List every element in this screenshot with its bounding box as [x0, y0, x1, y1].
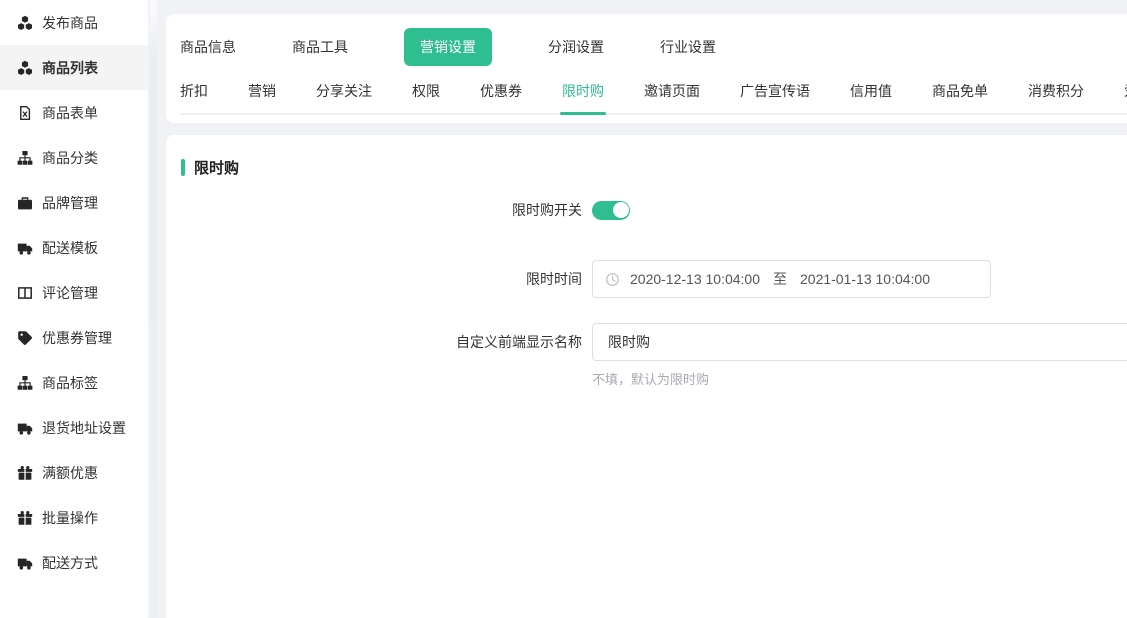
tab-industry-settings[interactable]: 行业设置 [660, 28, 716, 66]
sidebar-item-brand-management[interactable]: 品牌管理 [0, 180, 148, 225]
sidebar-item-label: 商品分类 [42, 148, 98, 168]
sidebar-item-label: 优惠券管理 [42, 328, 112, 348]
sidebar-item-label: 商品表单 [42, 103, 98, 123]
sidebar-item-label: 批量操作 [42, 508, 98, 528]
sidebar-item-return-address[interactable]: 退货地址设置 [0, 405, 148, 450]
tag-icon [17, 330, 33, 346]
cubes-icon [17, 60, 33, 76]
tab-marketing[interactable]: 营销 [248, 79, 276, 103]
tab-consume-points[interactable]: 消费积分 [1028, 79, 1084, 103]
time-range-input[interactable]: 2020-12-13 10:04:00 至 2021-01-13 10:04:0… [592, 260, 991, 298]
tab-product-info[interactable]: 商品信息 [180, 28, 236, 66]
sidebar-item-delivery-template[interactable]: 配送模板 [0, 225, 148, 270]
sidebar-item-label: 发布商品 [42, 13, 98, 33]
time-range-row: 限时时间 2020-12-13 10:04:00 至 2021-01-13 10… [181, 260, 1127, 298]
sidebar-item-label: 商品标签 [42, 373, 98, 393]
sidebar-item-label: 配送模板 [42, 238, 98, 258]
flash-sale-toggle[interactable] [592, 201, 630, 220]
sidebar-item-product-list[interactable]: 商品列表 [0, 45, 148, 90]
time-separator: 至 [773, 269, 787, 289]
switch-label: 限时购开关 [181, 200, 582, 220]
secondary-tab-bar: 折扣 营销 分享关注 权限 优惠券 限时购 邀请页面 广告宣传语 信用值 商品免… [180, 79, 1127, 115]
sitemap-icon [17, 375, 33, 391]
sidebar-item-batch-operation[interactable]: 批量操作 [0, 495, 148, 540]
section-title: 限时购 [181, 157, 1127, 178]
time-end-value: 2021-01-13 10:04:00 [800, 271, 930, 287]
toggle-knob [613, 202, 629, 218]
sidebar-item-product-category[interactable]: 商品分类 [0, 135, 148, 180]
sidebar-item-product-tags[interactable]: 商品标签 [0, 360, 148, 405]
sidebar-scrollbar[interactable] [150, 0, 157, 618]
tab-flash-sale[interactable]: 限时购 [562, 79, 604, 103]
time-start-value: 2020-12-13 10:04:00 [630, 271, 760, 287]
tab-share-follow[interactable]: 分享关注 [316, 79, 372, 103]
sidebar-item-product-form[interactable]: 商品表单 [0, 90, 148, 135]
tab-discount[interactable]: 折扣 [180, 79, 208, 103]
title-accent-bar [181, 159, 185, 176]
clock-icon [605, 272, 620, 287]
display-name-row: 自定义前端显示名称 不填，默认为限时购 [181, 323, 1127, 388]
briefcase-icon [17, 195, 33, 211]
sitemap-icon [17, 150, 33, 166]
display-name-label: 自定义前端显示名称 [181, 323, 582, 361]
content-panel: 限时购 限时购开关 限时时间 2020-12-13 10:04:00 至 202… [166, 135, 1127, 618]
tab-coupon[interactable]: 优惠券 [480, 79, 522, 103]
sidebar: 发布商品 商品列表 商品表单 商品分类 品牌管理 配送模板 评论管理 优惠券管理… [0, 0, 148, 618]
sidebar-item-comment-management[interactable]: 评论管理 [0, 270, 148, 315]
display-name-input[interactable] [592, 323, 1127, 361]
sidebar-item-label: 商品列表 [42, 58, 98, 78]
truck-icon [17, 555, 33, 571]
gift-icon [17, 510, 33, 526]
flash-sale-switch-row: 限时购开关 [181, 200, 1127, 220]
sidebar-item-label: 满额优惠 [42, 463, 98, 483]
gift-icon [17, 465, 33, 481]
tab-permission[interactable]: 权限 [412, 79, 440, 103]
sidebar-item-delivery-method[interactable]: 配送方式 [0, 540, 148, 585]
page-title: 限时购 [194, 157, 239, 178]
primary-tab-bar: 商品信息 商品工具 营销设置 分润设置 行业设置 [180, 28, 1127, 66]
columns-icon [17, 285, 33, 301]
sidebar-item-label: 配送方式 [42, 553, 98, 573]
display-name-field-group: 不填，默认为限时购 [592, 323, 1127, 388]
sidebar-item-full-discount[interactable]: 满额优惠 [0, 450, 148, 495]
tab-profit-settings[interactable]: 分润设置 [548, 28, 604, 66]
truck-icon [17, 240, 33, 256]
tab-marketing-settings[interactable]: 营销设置 [404, 28, 492, 66]
tab-credit-value[interactable]: 信用值 [850, 79, 892, 103]
sidebar-item-publish-product[interactable]: 发布商品 [0, 0, 148, 45]
cubes-icon [17, 15, 33, 31]
sidebar-item-coupon-management[interactable]: 优惠券管理 [0, 315, 148, 360]
tab-product-tools[interactable]: 商品工具 [292, 28, 348, 66]
truck-icon [17, 420, 33, 436]
display-name-helper: 不填，默认为限时购 [592, 369, 1127, 388]
tab-product-free[interactable]: 商品免单 [932, 79, 988, 103]
tab-invite-page[interactable]: 邀请页面 [644, 79, 700, 103]
sidebar-item-label: 品牌管理 [42, 193, 98, 213]
sidebar-item-label: 退货地址设置 [42, 418, 126, 438]
tabs-panel: 商品信息 商品工具 营销设置 分润设置 行业设置 折扣 营销 分享关注 权限 优… [166, 14, 1127, 123]
tab-ad-slogan[interactable]: 广告宣传语 [740, 79, 810, 103]
file-excel-icon [17, 105, 33, 121]
time-label: 限时时间 [181, 260, 582, 298]
sidebar-item-label: 评论管理 [42, 283, 98, 303]
